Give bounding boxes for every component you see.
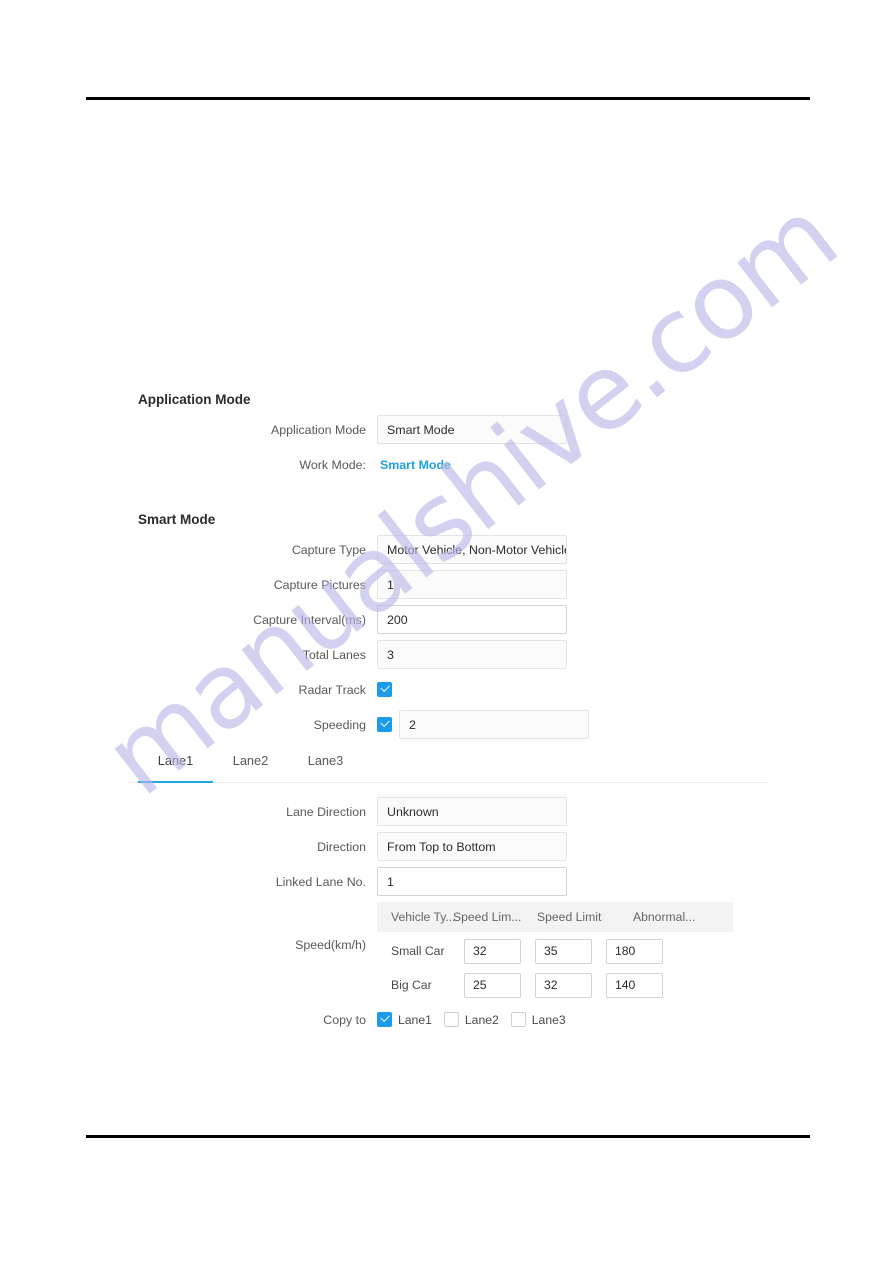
field-row-total-lanes: Total Lanes 3 xyxy=(128,640,768,669)
speed-table-header: Vehicle Ty... Speed Lim... Speed Limit A… xyxy=(377,902,733,932)
tab-lane1[interactable]: Lane1 xyxy=(138,753,213,783)
page-footer-rule xyxy=(86,1135,810,1138)
tab-lane2-label: Lane2 xyxy=(232,753,269,768)
field-row-radar-track: Radar Track xyxy=(128,675,768,704)
value: 35 xyxy=(544,944,558,958)
input-capture-interval-value: 200 xyxy=(387,612,408,627)
value: 140 xyxy=(615,978,636,992)
row-label-big-car: Big Car xyxy=(391,978,432,992)
input-big-car-speed-limit[interactable]: 32 xyxy=(535,972,592,998)
lane-tab-panel: Lane Direction Unknown Direction From To… xyxy=(128,783,768,1027)
label-speed: Speed(km/h) xyxy=(295,938,366,952)
select-capture-pictures[interactable]: 1 xyxy=(377,570,567,599)
select-capture-pictures-value: 1 xyxy=(387,577,394,592)
label-capture-pictures: Capture Pictures xyxy=(273,577,366,592)
select-capture-type-value: Motor Vehicle, Non-Motor Vehicle xyxy=(387,542,567,557)
column-header-abnormal: Abnormal... xyxy=(633,910,696,924)
select-speeding-level[interactable]: 2 xyxy=(399,710,589,739)
label-linked-lane-no: Linked Lane No. xyxy=(275,874,366,889)
section-title-application-mode: Application Mode xyxy=(138,392,251,407)
tab-lane1-label: Lane1 xyxy=(157,753,194,768)
copy-to-lane3-label: Lane3 xyxy=(531,1012,566,1027)
copy-to-option-lane1[interactable]: Lane1 xyxy=(377,1012,432,1027)
checkbox-radar-track[interactable] xyxy=(377,682,392,697)
field-row-direction: Direction From Top to Bottom xyxy=(128,832,768,861)
page-header-rule xyxy=(86,97,810,100)
work-mode-value: Smart Mode xyxy=(380,457,451,472)
input-big-car-abnormal[interactable]: 140 xyxy=(606,972,663,998)
label-capture-type: Capture Type xyxy=(291,542,366,557)
field-row-linked-lane-no: Linked Lane No. 1 xyxy=(128,867,768,896)
input-capture-interval[interactable]: 200 xyxy=(377,605,567,634)
copy-to-lane2-label: Lane2 xyxy=(464,1012,499,1027)
select-total-lanes-value: 3 xyxy=(387,647,394,662)
label-direction: Direction xyxy=(317,839,366,854)
field-row-work-mode: Work Mode: Smart Mode xyxy=(128,450,768,479)
select-direction[interactable]: From Top to Bottom xyxy=(377,832,567,861)
section-title-smart-mode: Smart Mode xyxy=(138,512,216,527)
select-speeding-level-value: 2 xyxy=(409,717,416,732)
field-row-capture-interval: Capture Interval(ms) 200 xyxy=(128,605,768,634)
tab-lane3[interactable]: Lane3 xyxy=(288,753,363,782)
input-small-car-abnormal[interactable]: 180 xyxy=(606,938,663,964)
field-row-application-mode: Application Mode Smart Mode xyxy=(128,415,768,444)
field-row-speed-table: Speed(km/h) Vehicle Ty... Speed Lim... S… xyxy=(128,902,768,1000)
checkbox-copy-to-lane1[interactable] xyxy=(377,1012,392,1027)
copy-to-option-lane3[interactable]: Lane3 xyxy=(510,1012,566,1027)
select-application-mode[interactable]: Smart Mode xyxy=(377,415,567,444)
select-total-lanes[interactable]: 3 xyxy=(377,640,567,669)
select-capture-type[interactable]: Motor Vehicle, Non-Motor Vehicle xyxy=(377,535,567,564)
label-total-lanes: Total Lanes xyxy=(302,647,366,662)
copy-to-lane1-label: Lane1 xyxy=(398,1012,432,1027)
select-lane-direction-value: Unknown xyxy=(387,804,439,819)
speed-table: Vehicle Ty... Speed Lim... Speed Limit A… xyxy=(377,902,733,1000)
column-header-speed-limit-low: Speed Lim... xyxy=(453,910,522,924)
field-row-capture-pictures: Capture Pictures 1 xyxy=(128,570,768,599)
label-capture-interval: Capture Interval(ms) xyxy=(253,612,366,627)
label-radar-track: Radar Track xyxy=(298,682,366,697)
label-lane-direction: Lane Direction xyxy=(286,804,366,819)
checkbox-copy-to-lane2[interactable] xyxy=(443,1012,459,1027)
tab-lane2[interactable]: Lane2 xyxy=(213,753,288,782)
settings-screenshot: Application Mode Application Mode Smart … xyxy=(128,392,768,1027)
select-application-mode-value: Smart Mode xyxy=(387,422,455,437)
input-linked-lane-no-value: 1 xyxy=(387,874,394,889)
checkbox-copy-to-lane3[interactable] xyxy=(510,1012,526,1027)
column-header-vehicle-type: Vehicle Ty... xyxy=(391,910,456,924)
label-work-mode: Work Mode: xyxy=(299,457,366,472)
field-row-capture-type: Capture Type Motor Vehicle, Non-Motor Ve… xyxy=(128,535,768,564)
table-row: Big Car 25 32 140 xyxy=(377,970,733,1000)
field-row-lane-direction: Lane Direction Unknown xyxy=(128,797,768,826)
select-lane-direction[interactable]: Unknown xyxy=(377,797,567,826)
field-row-copy-to: Copy to Lane1 Lane2 Lane3 xyxy=(128,1012,768,1027)
value: 25 xyxy=(473,978,487,992)
lane-tabs: Lane1 Lane2 Lane3 xyxy=(128,753,768,783)
copy-to-option-lane2[interactable]: Lane2 xyxy=(443,1012,499,1027)
label-application-mode: Application Mode xyxy=(270,422,366,437)
input-big-car-speed-limit-low[interactable]: 25 xyxy=(464,972,521,998)
tab-lane3-label: Lane3 xyxy=(307,753,344,768)
label-copy-to: Copy to xyxy=(323,1012,366,1027)
label-speeding: Speeding xyxy=(313,717,366,732)
column-header-speed-limit: Speed Limit xyxy=(537,910,602,924)
row-label-small-car: Small Car xyxy=(391,944,445,958)
value: 32 xyxy=(544,978,558,992)
field-row-speeding: Speeding 2 xyxy=(128,710,768,739)
copy-to-options: Lane1 Lane2 Lane3 xyxy=(377,1012,578,1027)
input-small-car-speed-limit-low[interactable]: 32 xyxy=(464,938,521,964)
checkbox-speeding[interactable] xyxy=(377,717,392,732)
input-small-car-speed-limit[interactable]: 35 xyxy=(535,938,592,964)
input-linked-lane-no[interactable]: 1 xyxy=(377,867,567,896)
value: 180 xyxy=(615,944,636,958)
select-direction-value: From Top to Bottom xyxy=(387,839,496,854)
table-row: Small Car 32 35 180 xyxy=(377,936,733,966)
value: 32 xyxy=(473,944,487,958)
